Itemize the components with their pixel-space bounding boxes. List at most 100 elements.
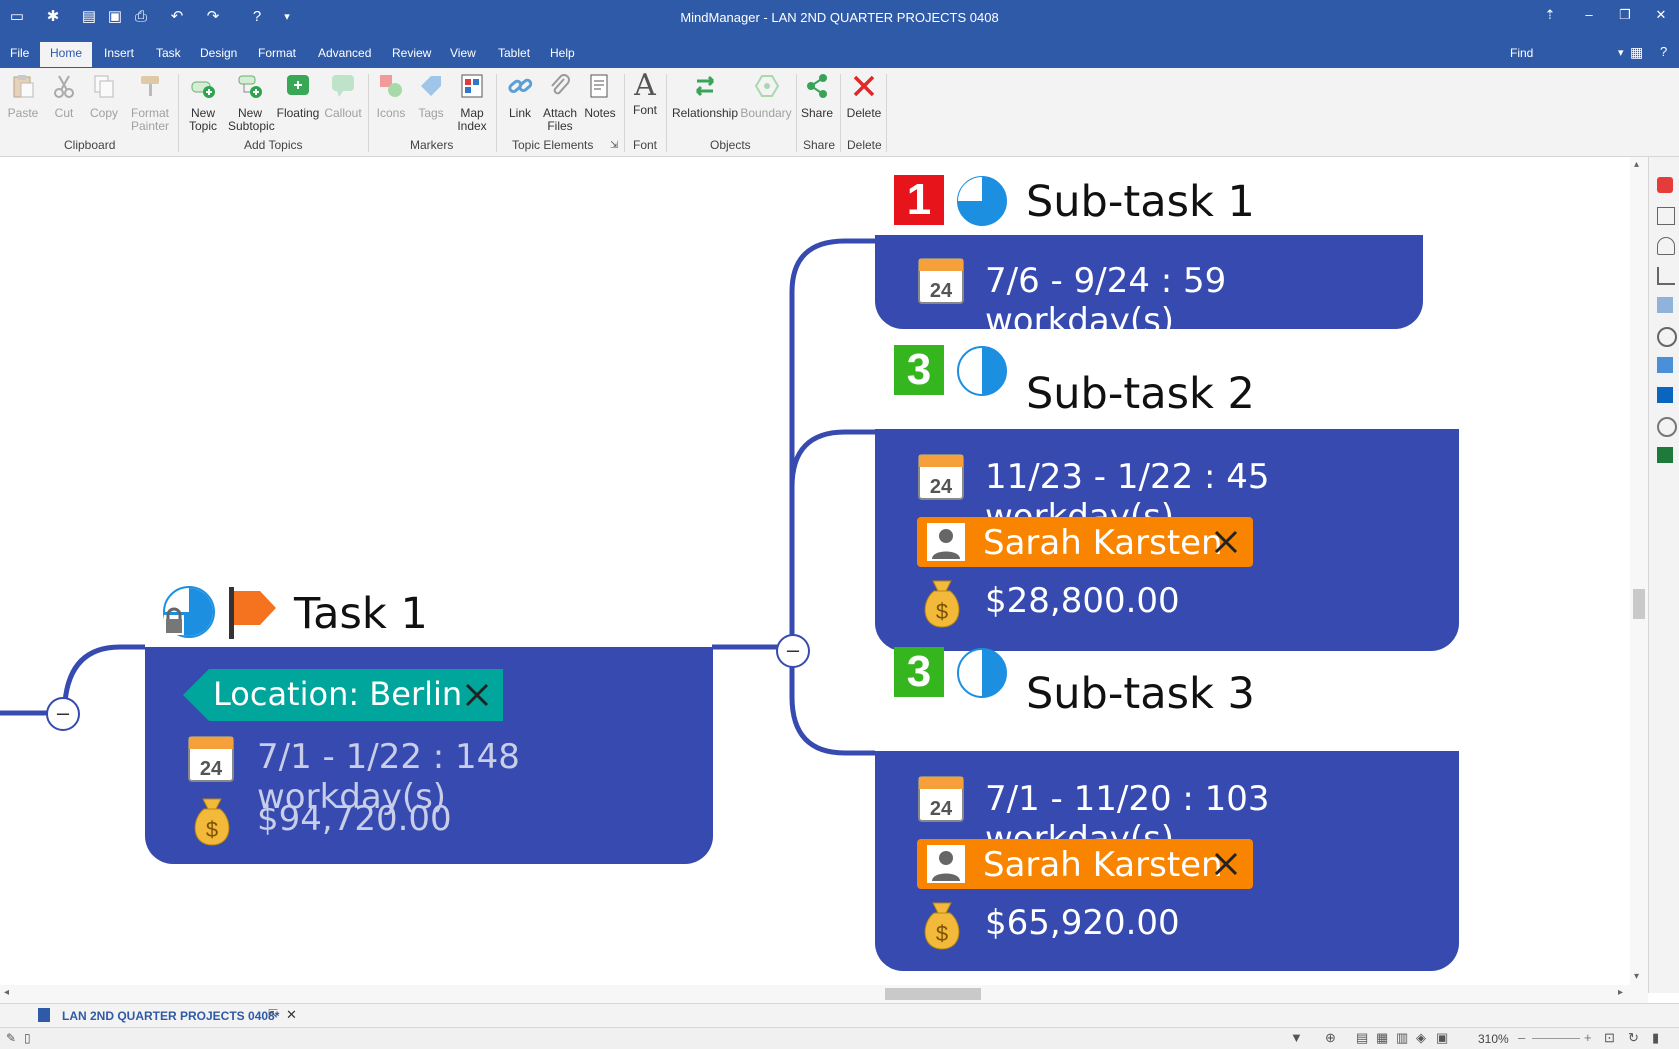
topic-subtask1[interactable]: 24 7/6 - 9/24 : 59 workday(s) — [875, 235, 1423, 329]
resource-tag[interactable]: Sarah Karsten — [917, 839, 1253, 889]
panel-toggle-icon[interactable]: ▮ — [1652, 1030, 1659, 1046]
resources-pane-icon[interactable] — [1657, 237, 1675, 255]
new-topic-button[interactable]: New Topic — [184, 72, 222, 133]
find-box[interactable]: Find — [1510, 46, 1533, 60]
gantt-view-icon[interactable]: ▥ — [1396, 1030, 1408, 1046]
vertical-scroll-thumb[interactable] — [1633, 589, 1645, 619]
view-mode-icon[interactable]: ▤ — [1356, 1030, 1368, 1046]
menu-view[interactable]: View — [450, 46, 476, 60]
topic-subtask3[interactable]: 24 7/1 - 11/20 : 103 workday(s) Sarah Ka… — [875, 751, 1459, 971]
pen-icon[interactable]: ✎ — [6, 1031, 16, 1045]
review-pane-icon[interactable] — [1657, 357, 1673, 373]
callout-button[interactable]: Callout — [324, 72, 362, 120]
map-index-button[interactable]: Map Index — [454, 72, 490, 133]
menu-help[interactable]: Help — [550, 46, 575, 60]
map-parts-pane-icon[interactable] — [1657, 267, 1675, 285]
remove-resource-icon[interactable] — [1213, 851, 1239, 877]
focus-icon[interactable]: ⊕ — [1325, 1030, 1336, 1046]
menu-home[interactable]: Home — [40, 42, 92, 67]
menu-insert[interactable]: Insert — [104, 46, 134, 60]
format-painter-button[interactable]: Format Painter — [128, 72, 172, 133]
menu-design[interactable]: Design — [200, 46, 237, 60]
browser-pane-icon[interactable] — [1657, 417, 1677, 437]
link-button[interactable]: Link — [504, 72, 536, 120]
document-tab[interactable]: LAN 2ND QUARTER PROJECTS 0408* — [62, 1009, 279, 1023]
progress-icon — [162, 585, 216, 639]
scroll-up-icon[interactable]: ▴ — [1634, 159, 1639, 170]
horizontal-scrollbar[interactable]: ◂ ▸ — [0, 985, 1648, 1003]
topic-title-subtask3[interactable]: Sub-task 3 — [1026, 669, 1255, 719]
topic-title-subtask2[interactable]: Sub-task 2 — [1026, 369, 1255, 419]
vertical-scrollbar[interactable]: ▴ ▾ — [1630, 157, 1648, 985]
layout-icon[interactable]: ▦ — [1630, 44, 1643, 61]
zoom-level[interactable]: 310% — [1478, 1032, 1509, 1046]
cost-task1: $94,720.00 — [257, 799, 452, 839]
topic-title-subtask1[interactable]: Sub-task 1 — [1026, 177, 1255, 227]
notes-button[interactable]: Notes — [584, 72, 616, 120]
tag-location[interactable]: Location: Berlin — [183, 669, 503, 721]
outlook-pane-icon[interactable] — [1657, 387, 1673, 403]
zoom-in-icon[interactable]: + — [1584, 1030, 1592, 1045]
boundary-button[interactable]: Boundary — [740, 72, 792, 120]
float-tab-icon[interactable]: ⇱ — [268, 1007, 278, 1021]
scroll-left-icon[interactable]: ◂ — [4, 987, 9, 998]
svg-text:$: $ — [936, 599, 948, 624]
topic-task1[interactable]: Location: Berlin 24 7/1 - 1/22 : 148 wor… — [145, 647, 713, 864]
resource-tag[interactable]: Sarah Karsten — [917, 517, 1253, 567]
minimize-button[interactable]: – — [1574, 4, 1604, 26]
close-window-button[interactable]: ✕ — [1646, 4, 1676, 26]
scroll-right-icon[interactable]: ▸ — [1618, 987, 1623, 998]
collapse-toggle-root[interactable]: – — [46, 697, 80, 731]
excel-pane-icon[interactable] — [1657, 447, 1673, 463]
remove-resource-icon[interactable] — [1213, 529, 1239, 555]
find-dropdown-icon[interactable]: ▾ — [1618, 46, 1624, 59]
restore-button[interactable]: ❐ — [1610, 4, 1640, 26]
menu-file[interactable]: File — [10, 46, 29, 60]
horizontal-scroll-thumb[interactable] — [885, 988, 981, 1000]
filter-icon[interactable]: ▼ — [1290, 1030, 1303, 1045]
fit-map-icon[interactable]: ⊡ — [1604, 1030, 1615, 1046]
remove-tag-icon[interactable] — [463, 681, 491, 709]
menu-tablet[interactable]: Tablet — [498, 46, 530, 60]
markers-pane-icon[interactable] — [1657, 177, 1673, 193]
attach-files-button[interactable]: Attach Files — [542, 72, 578, 133]
svg-text:24: 24 — [200, 758, 223, 780]
menu-task[interactable]: Task — [156, 46, 181, 60]
menu-advanced[interactable]: Advanced — [318, 46, 371, 60]
font-button[interactable]: A Font — [628, 72, 662, 117]
zoom-out-icon[interactable]: – — [1518, 1030, 1525, 1045]
map-canvas[interactable]: – – Task 1 Location: Berlin 24 7/1 - 1/2… — [0, 157, 1648, 993]
topic-elements-launcher-icon[interactable]: ⇲ — [610, 140, 618, 151]
touch-icon[interactable]: ▯ — [24, 1031, 31, 1045]
outline-view-icon[interactable]: ▣ — [1436, 1030, 1448, 1046]
collapse-toggle-task1[interactable]: – — [776, 634, 810, 668]
task-info-pane-icon[interactable] — [1657, 207, 1675, 225]
zoom-slider[interactable] — [1532, 1038, 1580, 1039]
new-subtopic-button[interactable]: New Subtopic — [228, 72, 272, 133]
copy-button[interactable]: Copy — [88, 72, 120, 120]
topic-subtask2[interactable]: 24 11/23 - 1/22 : 45 workday(s) Sarah Ka… — [875, 429, 1459, 651]
paste-button[interactable]: Paste — [6, 72, 40, 120]
floating-button[interactable]: Floating — [276, 72, 320, 120]
window-title: MindManager - LAN 2ND QUARTER PROJECTS 0… — [0, 10, 1679, 25]
tag-view-icon[interactable]: ◈ — [1416, 1030, 1426, 1046]
menu-format[interactable]: Format — [258, 46, 296, 60]
ribbon-display-icon[interactable]: ⇡ — [1535, 4, 1565, 26]
search-pane-icon[interactable] — [1657, 327, 1677, 347]
share-button[interactable]: Share — [800, 72, 834, 120]
menu-review[interactable]: Review — [392, 46, 431, 60]
rotate-icon[interactable]: ↻ — [1628, 1030, 1639, 1046]
tags-button[interactable]: Tags — [414, 72, 448, 120]
new-topic-icon — [189, 72, 217, 100]
close-tab-icon[interactable]: ✕ — [286, 1007, 297, 1023]
icons-button[interactable]: Icons — [374, 72, 408, 120]
help-question-icon[interactable]: ? — [1660, 44, 1667, 59]
library-pane-icon[interactable] — [1657, 297, 1673, 313]
group-label-font: Font — [633, 138, 657, 152]
delete-button[interactable]: Delete — [844, 72, 884, 120]
topic-title-task1[interactable]: Task 1 — [294, 589, 428, 639]
calendar-view-icon[interactable]: ▦ — [1376, 1030, 1388, 1046]
relationship-button[interactable]: Relationship — [670, 72, 740, 120]
scroll-down-icon[interactable]: ▾ — [1634, 971, 1639, 982]
cut-button[interactable]: Cut — [48, 72, 80, 120]
